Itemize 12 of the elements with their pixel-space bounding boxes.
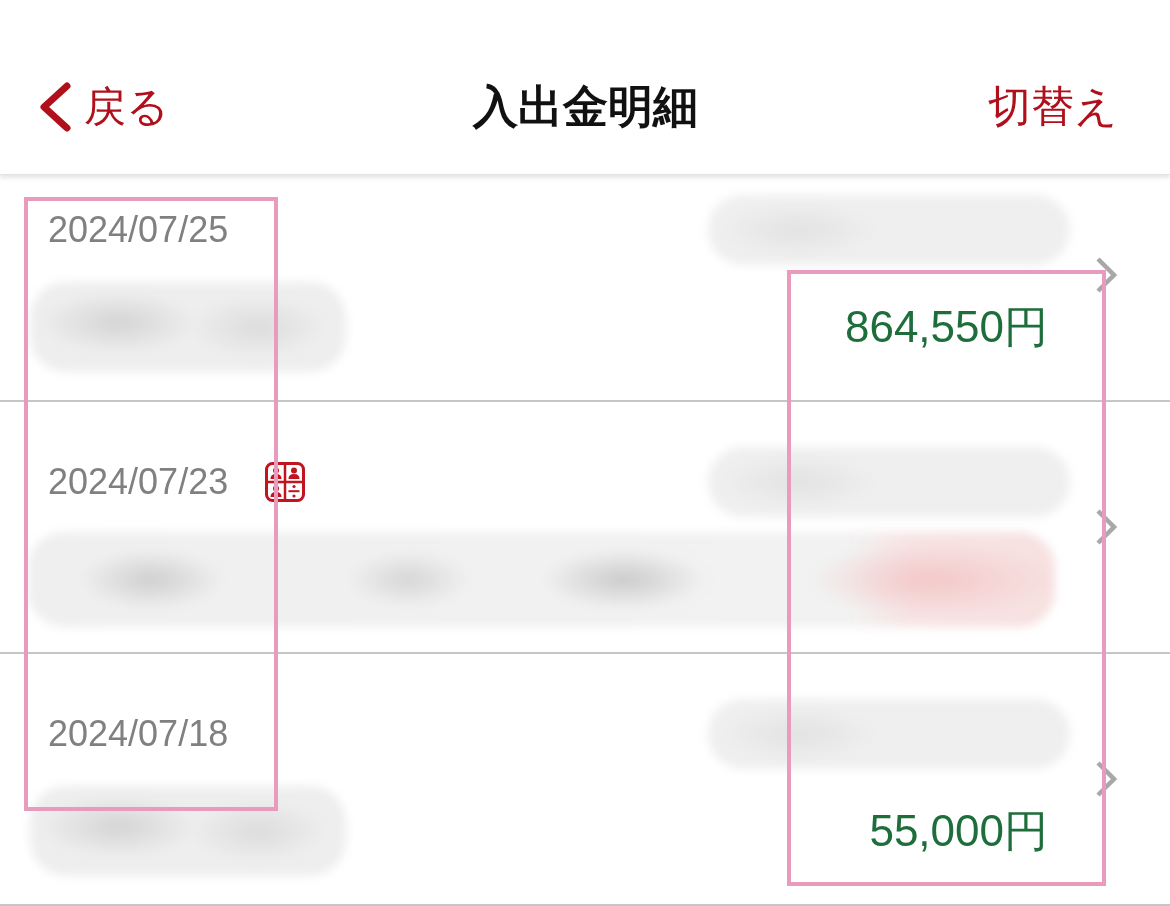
chevron-right-icon[interactable] [1095,256,1117,294]
switch-button[interactable]: 切替え [988,81,1118,133]
chevron-right-icon[interactable] [1095,508,1117,546]
transaction-date: 2024/07/18 [48,712,229,756]
chevron-right-icon[interactable] [1095,760,1117,798]
transaction-amount: 55,000円 [869,804,1048,857]
back-button[interactable]: 戻る [38,81,169,133]
screen-title: 入出金明細 [472,80,698,134]
transaction-date: 2024/07/25 [48,208,229,252]
transaction-amount: 864,550円 [844,300,1048,353]
transaction-date: 2024/07/23 [48,460,229,504]
chevron-left-icon [38,82,72,132]
